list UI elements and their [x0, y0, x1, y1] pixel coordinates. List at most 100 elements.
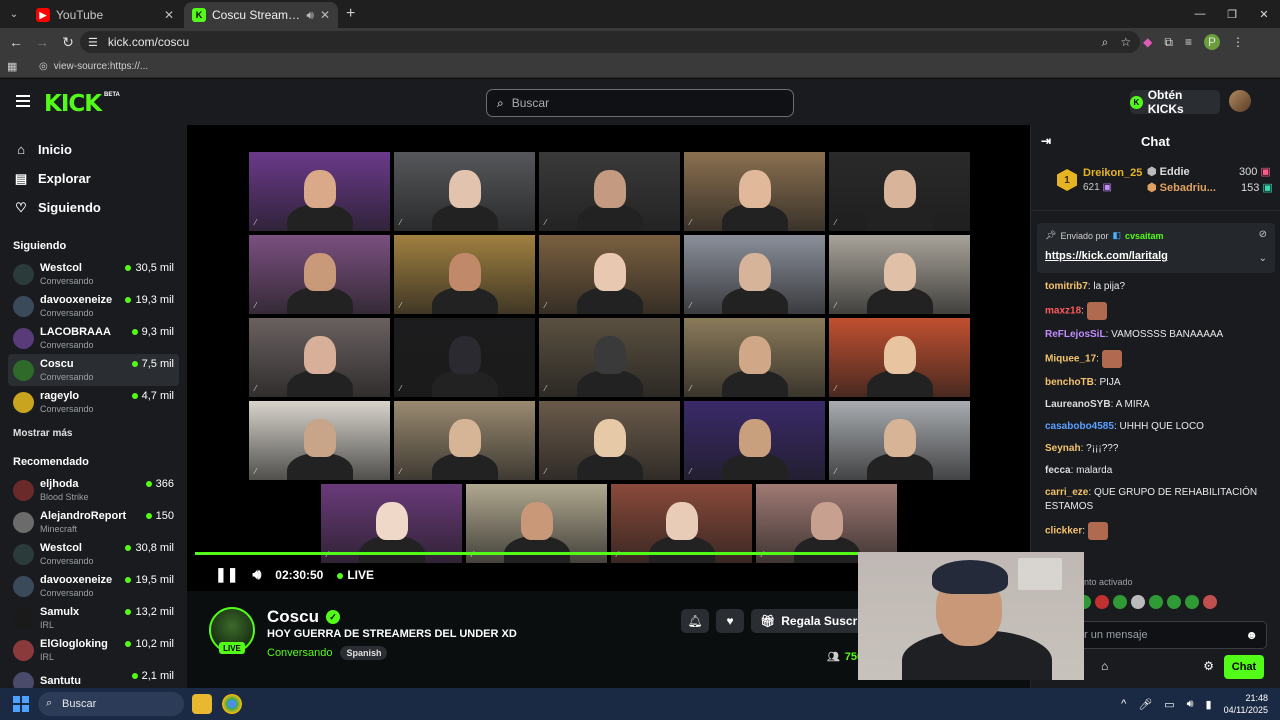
minimize-icon[interactable]: —: [1184, 0, 1216, 28]
channel-item[interactable]: eljhoda Blood Strike 366: [0, 474, 187, 506]
clock[interactable]: 21:48 04/11/2025: [1224, 692, 1268, 716]
windows-start-icon[interactable]: [13, 696, 29, 712]
stream-category[interactable]: Conversando: [267, 647, 332, 659]
tray-chevron-icon[interactable]: ^: [1121, 698, 1126, 710]
chat-username[interactable]: maxz18: [1045, 306, 1081, 317]
menu-hamburger-icon[interactable]: [16, 95, 30, 110]
mic-muted-icon: ⁄: [400, 467, 402, 476]
video-player[interactable]: ⁄⁄⁄⁄⁄⁄⁄⁄⁄⁄⁄⁄⁄⁄⁄⁄⁄⁄⁄⁄⁄⁄⁄⁄ ❚❚ 🔊︎ 02:30:50 …: [187, 125, 1030, 591]
chat-username[interactable]: Seynah: [1045, 443, 1081, 454]
chat-username[interactable]: tomitrib7: [1045, 281, 1088, 292]
bookmark-item[interactable]: view-source:https://...: [54, 61, 148, 72]
tab-search-icon[interactable]: ⌄: [4, 4, 24, 24]
collapse-chat-icon[interactable]: ⇥: [1041, 134, 1051, 148]
chat-message-input[interactable]: r un mensaje ☻: [1075, 621, 1267, 649]
search-input[interactable]: ⌕ Buscar: [486, 89, 794, 117]
channel-category: Conversando: [40, 308, 94, 318]
hide-pin-icon[interactable]: ⊘: [1259, 229, 1267, 240]
channel-item[interactable]: Westcol Conversando 30,5 mil: [0, 258, 187, 290]
chat-username[interactable]: casabobo4585: [1045, 421, 1114, 432]
send-chat-button[interactable]: Chat: [1224, 655, 1264, 679]
channel-item[interactable]: davooxeneize Conversando 19,3 mil: [0, 290, 187, 322]
participant-face: [376, 502, 408, 540]
profile-avatar[interactable]: P: [1204, 34, 1220, 50]
emote-icon[interactable]: [1149, 595, 1163, 609]
get-kicks-button[interactable]: K Obtén KICKs: [1130, 88, 1220, 116]
new-tab-icon[interactable]: +: [340, 5, 363, 28]
language-tag[interactable]: Spanish: [340, 646, 388, 660]
emote-icon[interactable]: [1113, 595, 1127, 609]
emote-icon[interactable]: [1167, 595, 1181, 609]
extension-icon[interactable]: ◆: [1143, 35, 1152, 49]
battery-icon[interactable]: ▮: [1206, 698, 1212, 711]
zoom-icon[interactable]: ⌕: [1102, 35, 1109, 50]
speaker-icon[interactable]: 🔊︎: [306, 8, 314, 23]
close-icon[interactable]: ✕: [320, 8, 330, 22]
volume-icon[interactable]: 🔊︎: [252, 566, 261, 583]
badge-icon: ⬢: [1147, 182, 1157, 194]
bookmark-star-icon[interactable]: ☆: [1120, 35, 1131, 49]
menu-icon[interactable]: ⋮: [1232, 35, 1244, 49]
file-explorer-icon[interactable]: [192, 694, 212, 714]
close-window-icon[interactable]: ✕: [1248, 0, 1280, 28]
store-icon[interactable]: ⌂: [1101, 659, 1108, 673]
settings-gear-icon[interactable]: ⚙: [1203, 659, 1214, 673]
streamer-name[interactable]: Coscu: [267, 607, 319, 627]
channel-item[interactable]: Samulx IRL 13,2 mil: [0, 602, 187, 634]
emote-icon[interactable]: [1185, 595, 1199, 609]
back-icon[interactable]: ←: [4, 30, 28, 54]
chat-username[interactable]: Miquee_17: [1045, 354, 1096, 365]
chat-username[interactable]: benchoTB: [1045, 377, 1094, 388]
emote-icon[interactable]: [1095, 595, 1109, 609]
channel-item[interactable]: davooxeneize Conversando 19,5 mil: [0, 570, 187, 602]
chat-username[interactable]: fecca: [1045, 465, 1071, 476]
kick-logo[interactable]: KICK: [44, 91, 102, 117]
maximize-icon[interactable]: ❐: [1216, 0, 1248, 28]
expand-chevron-icon[interactable]: ⌄: [1259, 253, 1267, 264]
pinned-link[interactable]: https://kick.com/laritalg: [1045, 250, 1168, 262]
user-avatar[interactable]: [1229, 90, 1251, 112]
chrome-icon[interactable]: [222, 694, 242, 714]
volume-icon[interactable]: 🔊︎: [1187, 698, 1194, 711]
network-icon[interactable]: ▭: [1164, 698, 1174, 711]
pause-icon[interactable]: ❚❚: [215, 566, 238, 583]
channel-item[interactable]: Coscu Conversando 7,5 mil: [8, 354, 179, 386]
leader-second-name-row[interactable]: ⬢ Eddie: [1147, 165, 1190, 178]
nav-inicio[interactable]: ⌂ Inicio: [0, 135, 187, 164]
emoji-picker-icon[interactable]: ☻: [1245, 628, 1258, 642]
channel-item[interactable]: rageylo Conversando 4,7 mil: [0, 386, 187, 418]
emote-icon[interactable]: [1203, 595, 1217, 609]
pinned-user[interactable]: cvsaitam: [1125, 231, 1164, 241]
channel-item[interactable]: Westcol Conversando 30,8 mil: [0, 538, 187, 570]
notification-bell-button[interactable]: 🔔︎: [681, 609, 709, 633]
nav-explorar[interactable]: ▤ Explorar: [0, 164, 187, 193]
chat-username[interactable]: ReFLejosSiL: [1045, 329, 1106, 340]
site-info-icon[interactable]: ☰: [88, 36, 98, 49]
forward-icon[interactable]: →: [30, 30, 54, 54]
channel-item[interactable]: ElGlogloking IRL 10,2 mil: [0, 634, 187, 666]
leader-third-name-row[interactable]: ⬢ Sebadriu...: [1147, 181, 1216, 194]
show-more-link[interactable]: Mostrar más: [0, 422, 187, 444]
live-indicator[interactable]: LIVE: [337, 568, 374, 582]
apps-grid-icon[interactable]: ▦: [7, 60, 21, 73]
taskbar-search[interactable]: ⌕ Buscar: [38, 692, 184, 716]
close-icon[interactable]: ✕: [164, 8, 174, 22]
channel-item[interactable]: Santutu 2,1 mil: [0, 666, 187, 688]
chat-username[interactable]: clickker: [1045, 526, 1082, 537]
reload-icon[interactable]: ↻: [56, 30, 80, 54]
media-control-icon[interactable]: ≡: [1185, 35, 1192, 49]
gift-subscription-button[interactable]: 🎁︎ Regala Suscrip: [751, 609, 861, 633]
chat-username[interactable]: carri_eze: [1045, 487, 1088, 498]
chat-username[interactable]: LaureanoSYB: [1045, 399, 1111, 410]
follow-heart-button[interactable]: ♥: [716, 609, 744, 633]
nav-siguiendo[interactable]: ♡ Siguiendo: [0, 193, 187, 222]
extensions-puzzle-icon[interactable]: ⧉: [1164, 35, 1173, 50]
channel-item[interactable]: LACOBRAAA Conversando 9,3 mil: [0, 322, 187, 354]
tab-youtube[interactable]: ▶ YouTube ✕: [28, 2, 182, 28]
leader-first-name[interactable]: Dreikon_25: [1083, 167, 1142, 179]
channel-item[interactable]: AlejandroReport Minecraft 150: [0, 506, 187, 538]
emote-icon[interactable]: [1131, 595, 1145, 609]
url-field[interactable]: ☰ kick.com/coscu: [80, 31, 1140, 53]
tab-kick[interactable]: K Coscu Stream - Watch Live 🔊︎ ✕: [184, 2, 338, 28]
microphone-icon[interactable]: 🎤︎: [1138, 698, 1152, 711]
